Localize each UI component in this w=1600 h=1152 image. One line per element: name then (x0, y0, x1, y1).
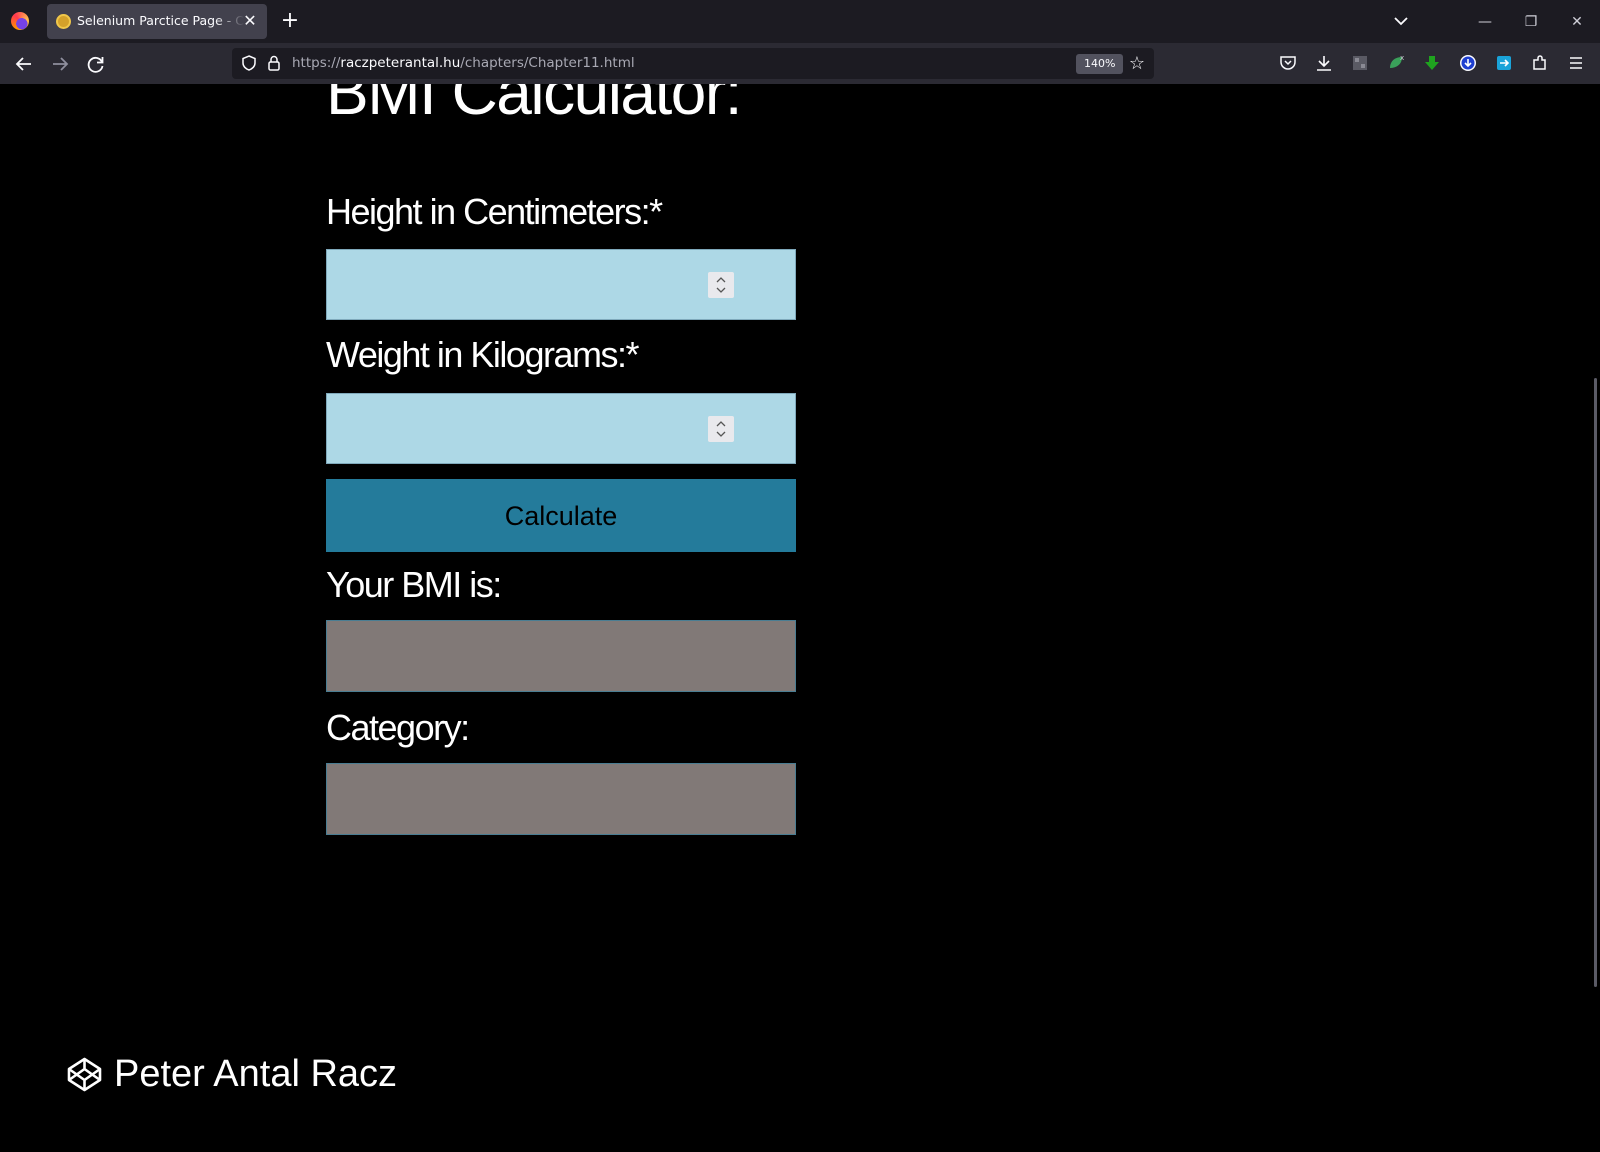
extension-blue-circle-icon[interactable] (1458, 53, 1478, 73)
category-output-field (326, 763, 796, 835)
extension-translate-icon[interactable] (1494, 53, 1514, 73)
url-scheme: https:// (292, 55, 341, 71)
url-bar[interactable]: https://raczpeterantal.hu/chapters/Chapt… (232, 48, 1154, 79)
codepen-logo-icon[interactable] (66, 1056, 103, 1093)
category-label: Category: (326, 707, 470, 748)
extension-grid-icon[interactable] (1350, 53, 1370, 73)
extension-download-arrow-icon[interactable] (1422, 53, 1442, 73)
list-all-tabs-icon[interactable] (1391, 11, 1411, 31)
svg-text:x: x (1400, 54, 1404, 62)
hamburger-menu-icon[interactable] (1566, 53, 1586, 73)
height-label: Height in Centimeters:* (326, 191, 663, 232)
bmi-label: Your BMI is: (326, 564, 502, 605)
bookmark-star-icon[interactable]: ☆ (1127, 54, 1147, 74)
extensions-puzzle-icon[interactable] (1530, 53, 1550, 73)
minimize-icon[interactable]: — (1473, 10, 1497, 34)
forward-icon[interactable] (47, 51, 73, 77)
reload-icon[interactable] (83, 51, 109, 77)
calculate-button[interactable]: Calculate (326, 479, 796, 552)
new-tab-button[interactable]: + (279, 9, 301, 33)
downloads-icon[interactable] (1314, 53, 1334, 73)
tracking-protection-shield-icon[interactable] (240, 54, 258, 72)
navigation-toolbar: https://raczpeterantal.hu/chapters/Chapt… (0, 43, 1600, 84)
back-icon[interactable] (11, 51, 37, 77)
weight-label: Weight in Kilograms:* (326, 334, 639, 375)
footer-author-name[interactable]: Peter Antal Racz (114, 1050, 397, 1098)
zoom-level-badge[interactable]: 140% (1076, 54, 1124, 74)
page-title: BMI Calculator: (326, 84, 742, 128)
extension-leaf-icon[interactable]: x (1386, 53, 1406, 73)
url-path: /chapters/Chapter11.html (460, 55, 635, 71)
scrollbar-thumb[interactable] (1594, 378, 1597, 987)
tab-title: Selenium Parctice Page - Chapter 11 (77, 13, 245, 28)
restore-icon[interactable]: ❐ (1519, 10, 1543, 34)
close-window-icon[interactable]: ✕ (1565, 10, 1589, 34)
active-tab[interactable]: Selenium Parctice Page - Chapter 11 ✕ (47, 4, 267, 39)
tab-close-icon[interactable]: ✕ (241, 12, 259, 30)
firefox-logo-icon[interactable] (11, 12, 29, 30)
weight-input[interactable] (326, 393, 796, 464)
weight-spinner-icon[interactable] (708, 416, 734, 442)
url-host: raczpeterantal.hu (340, 55, 461, 71)
pocket-icon[interactable] (1278, 53, 1298, 73)
bmi-output-field (326, 620, 796, 692)
tab-favicon-icon (56, 14, 71, 29)
tab-strip: Selenium Parctice Page - Chapter 11 ✕ + … (0, 0, 1600, 43)
page-content: BMI Calculator: Height in Centimeters:* … (0, 84, 1600, 1152)
height-spinner-icon[interactable] (708, 272, 734, 298)
height-input[interactable] (326, 249, 796, 320)
padlock-icon[interactable] (265, 54, 283, 72)
url-text[interactable]: https://raczpeterantal.hu/chapters/Chapt… (292, 55, 635, 71)
